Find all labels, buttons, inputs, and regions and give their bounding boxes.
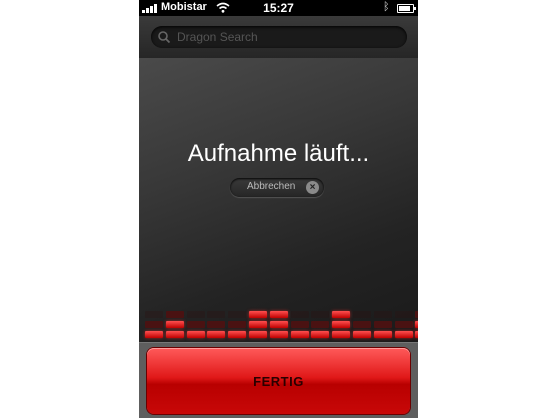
audio-level-meter <box>139 309 418 341</box>
meter-segment <box>290 311 309 318</box>
battery-icon <box>397 4 416 13</box>
meter-segment <box>207 321 226 328</box>
meter-segment <box>373 321 392 328</box>
meter-segment <box>186 321 205 328</box>
done-button[interactable]: FERTIG <box>147 348 410 414</box>
meter-segment <box>249 321 267 328</box>
meter-segment <box>311 331 330 338</box>
meter-segment <box>186 331 205 338</box>
meter-segment <box>311 311 330 318</box>
meter-segment <box>145 321 163 328</box>
meter-segment <box>353 311 371 318</box>
cancel-button-label: Abbrechen <box>247 181 296 192</box>
recording-panel: Aufnahme läuft... Abbrechen × <box>139 58 418 342</box>
meter-segment <box>353 331 371 338</box>
meter-segment <box>269 311 288 318</box>
meter-segment <box>415 331 418 338</box>
cancel-button[interactable]: Abbrechen × <box>230 178 324 197</box>
meter-segment <box>394 331 413 338</box>
meter-segment <box>332 321 351 328</box>
status-bar: Mobistar 15:27 ᛒ <box>139 0 418 16</box>
meter-segment <box>290 331 309 338</box>
meter-segment <box>207 311 226 318</box>
meter-segment <box>145 331 163 338</box>
meter-segment <box>269 321 288 328</box>
meter-segment <box>394 321 413 328</box>
meter-segment <box>249 331 267 338</box>
meter-segment <box>311 321 330 328</box>
meter-segment <box>165 331 184 338</box>
search-placeholder: Dragon Search <box>177 30 258 44</box>
search-input[interactable]: Dragon Search <box>151 26 407 48</box>
search-icon <box>158 31 171 44</box>
meter-segment <box>394 311 413 318</box>
meter-segment <box>415 321 418 328</box>
meter-segment <box>228 311 247 318</box>
bottom-bar: FERTIG <box>139 342 418 418</box>
recording-status-title: Aufnahme läuft... <box>187 140 370 167</box>
meter-segment <box>332 331 351 338</box>
done-button-label: FERTIG <box>253 374 304 389</box>
meter-segment <box>165 311 184 318</box>
meter-segment <box>186 311 205 318</box>
search-bar: Dragon Search <box>139 16 418 59</box>
bluetooth-icon: ᛒ <box>383 1 390 13</box>
meter-segment <box>290 321 309 328</box>
meter-segment <box>165 321 184 328</box>
meter-segment <box>269 331 288 338</box>
meter-segment <box>145 311 163 318</box>
meter-segment <box>353 321 371 328</box>
meter-segment <box>415 311 418 318</box>
phone-screen: Mobistar 15:27 ᛒ Dragon Search Aufnahme … <box>139 0 418 418</box>
meter-segment <box>228 321 247 328</box>
meter-segment <box>332 311 351 318</box>
close-icon[interactable]: × <box>306 181 319 194</box>
meter-segment <box>228 331 247 338</box>
status-time: 15:27 <box>263 1 294 15</box>
meter-segment <box>207 331 226 338</box>
meter-segment <box>373 311 392 318</box>
meter-segment <box>373 331 392 338</box>
meter-segment <box>249 311 267 318</box>
